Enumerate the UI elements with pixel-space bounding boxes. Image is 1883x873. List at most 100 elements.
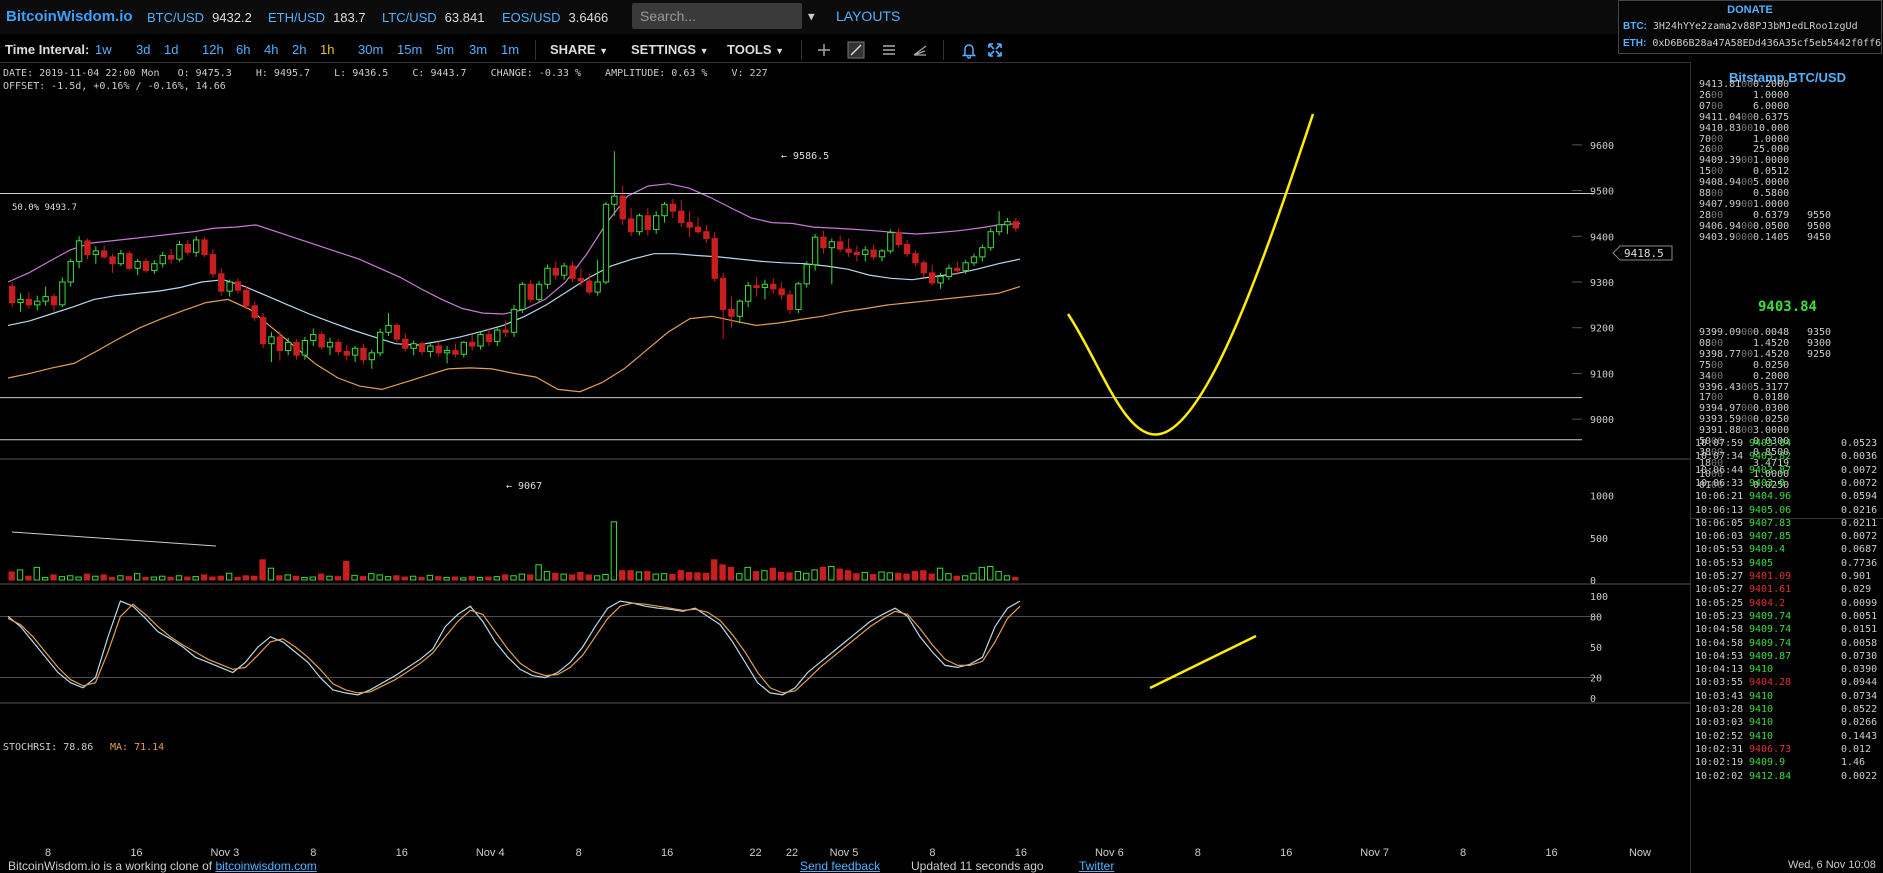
send-feedback-link[interactable]: Send feedback: [800, 859, 880, 873]
trade-amount: 0.0036: [1841, 451, 1878, 463]
candle-body: [753, 285, 760, 288]
bollinger-upper-line: [7, 183, 1021, 315]
ticker-eth[interactable]: ETH/USD 183.7: [268, 10, 366, 25]
volume-axis-label: 500: [1590, 534, 1608, 545]
donate-btc-row[interactable]: BTC: 3H24hYYe2zama2v88PJ3bMJedLRoo1zgUd: [1623, 21, 1858, 32]
horizontal-lines-icon[interactable]: [880, 41, 898, 59]
tools-menu[interactable]: TOOLS ▼: [727, 42, 784, 57]
candle-body: [954, 267, 961, 272]
volume-bar: [543, 571, 551, 581]
volume-bar: [694, 572, 701, 581]
candle-body: [259, 317, 267, 345]
bell-icon[interactable]: [960, 41, 978, 59]
candle-body: [627, 218, 635, 233]
volume-bar: [644, 571, 651, 581]
twitter-link[interactable]: Twitter: [1079, 859, 1114, 873]
volume-bar: [920, 570, 927, 581]
candle-body: [151, 263, 158, 272]
price-chart[interactable]: 9000 9100 9200 9300 9400 9500 9600 0 500 1000 0 20 5…: [0, 62, 1690, 858]
ticker-ltc[interactable]: LTC/USD 63.841: [382, 10, 484, 25]
candle-body: [711, 238, 718, 279]
time-axis-label: 8: [1460, 847, 1466, 858]
fib-tool-icon[interactable]: [911, 41, 929, 59]
interval-12h[interactable]: 12h: [202, 42, 224, 57]
volume-bar: [702, 572, 710, 581]
volume-bar: [869, 574, 877, 581]
settings-menu[interactable]: SETTINGS ▼: [631, 42, 709, 57]
current-price-marker: 9418.5: [1612, 245, 1673, 261]
trade-row: 10:05:23 9409.74 0.0051: [1695, 610, 1877, 623]
fullscreen-icon[interactable]: [986, 41, 1004, 59]
volume-bar: [936, 567, 944, 581]
candle-body: [25, 298, 33, 306]
time-axis-label: Nov 4: [476, 847, 505, 858]
interval-3d[interactable]: 3d: [136, 42, 150, 57]
interval-1h[interactable]: 1h: [320, 42, 334, 57]
candle-body: [845, 248, 852, 253]
interval-1m[interactable]: 1m: [501, 42, 519, 57]
bollinger-lower-line: [7, 286, 1021, 393]
candle-body: [1012, 221, 1019, 229]
donate-title[interactable]: DONATE: [1619, 4, 1881, 16]
interval-5m[interactable]: 5m: [436, 42, 454, 57]
candle-body: [644, 215, 651, 230]
interval-4h[interactable]: 4h: [264, 42, 278, 57]
volume-bar: [635, 571, 643, 581]
candle-body: [728, 308, 735, 317]
trade-price: 9409.87: [1749, 650, 1792, 662]
candle-body: [962, 262, 969, 272]
interval-1d[interactable]: 1d: [164, 42, 178, 57]
candle-body: [452, 350, 459, 355]
trade-time: 10:03:28: [1695, 704, 1744, 715]
interval-1w[interactable]: 1w: [95, 42, 112, 57]
interval-6h[interactable]: 6h: [236, 42, 250, 57]
trade-amount: 0.0072: [1841, 464, 1878, 476]
search-input[interactable]: [632, 3, 802, 29]
current-price-label: 9418.5: [1624, 247, 1664, 260]
candle-body: [84, 240, 91, 256]
clone-source-link[interactable]: bitcoinwisdom.com: [215, 859, 316, 873]
trade-price: 9404.28: [1749, 677, 1792, 689]
trade-time: 10:05:27: [1695, 571, 1744, 582]
trade-amount: 0.0058: [1841, 637, 1878, 649]
candle-body: [561, 265, 568, 276]
trade-price: 9409.74: [1749, 610, 1792, 622]
trade-row: 10:07:59 9403.84 0.0523: [1695, 437, 1877, 450]
share-menu[interactable]: SHARE ▼: [550, 42, 608, 57]
layouts-button[interactable]: LAYOUTS: [836, 8, 900, 24]
volume-bar: [435, 576, 442, 581]
time-axis-label: Nov 5: [830, 847, 859, 858]
search-dropdown-icon[interactable]: ▼: [808, 10, 815, 23]
trade-row: 10:03:28 9410 0.0522: [1695, 703, 1877, 716]
volume-bar: [175, 575, 183, 581]
ticker-eos[interactable]: EOS/USD 3.6466: [502, 10, 608, 25]
time-axis-label: 8: [1195, 847, 1201, 858]
interval-30m[interactable]: 30m: [358, 42, 383, 57]
volume-bar: [736, 573, 743, 581]
volume-bar: [995, 571, 1002, 581]
candle-body: [9, 286, 16, 304]
trade-amount: 0.0944: [1841, 677, 1878, 689]
volume-bar: [426, 574, 434, 581]
interval-3m[interactable]: 3m: [469, 42, 487, 57]
trade-amount: 0.0211: [1841, 517, 1878, 529]
interval-2h[interactable]: 2h: [292, 42, 306, 57]
brand-logo[interactable]: BitcoinWisdom.io: [6, 8, 133, 25]
volume-bar: [895, 572, 902, 581]
interval-15m[interactable]: 15m: [397, 42, 422, 57]
candle-body: [402, 338, 409, 349]
volume-bar: [853, 573, 860, 581]
crosshair-icon[interactable]: [815, 41, 833, 59]
trade-time: 10:03:03: [1695, 717, 1744, 729]
trade-row: 10:06:05 9407.83 0.0211: [1695, 517, 1877, 530]
trade-amount: 0.0151: [1841, 624, 1878, 636]
candle-body: [385, 324, 392, 333]
cup-curve-drawing: [1066, 113, 1315, 436]
volume-bar: [368, 573, 375, 581]
candle-body: [159, 254, 166, 265]
candle-body: [636, 215, 643, 233]
ticker-btc[interactable]: BTC/USD 9432.2: [147, 10, 252, 25]
trend-line-icon[interactable]: [847, 41, 865, 59]
trade-row: 10:02:31 9406.73 0.012: [1695, 743, 1871, 756]
volume-bar: [142, 576, 149, 581]
